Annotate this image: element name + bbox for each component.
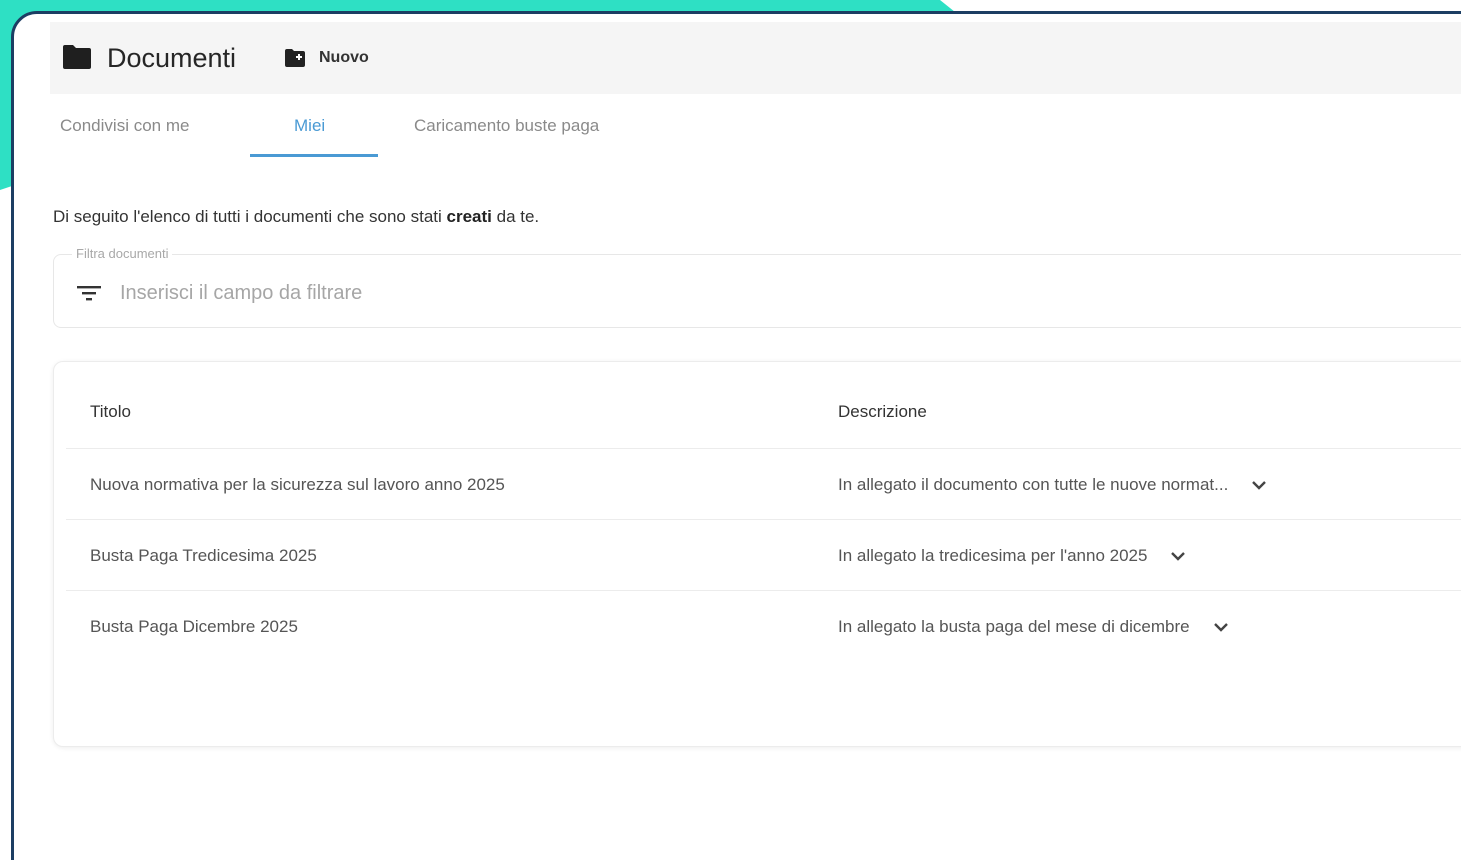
new-document-button-label: Nuovo: [319, 49, 369, 66]
table-row[interactable]: Nuova normativa per la sicurezza sul lav…: [66, 448, 1461, 519]
new-document-button[interactable]: Nuovo: [284, 46, 369, 70]
new-folder-icon: [285, 49, 305, 67]
row-description-text: In allegato la busta paga del mese di di…: [838, 617, 1190, 636]
page-title: Documenti: [107, 43, 237, 73]
row-description: In allegato il documento con tutte le nu…: [838, 475, 1268, 495]
row-title: Busta Paga Tredicesima 2025: [90, 546, 317, 565]
row-description: In allegato la tredicesima per l'anno 20…: [838, 546, 1187, 566]
page-header: Documenti Nuovo: [50, 22, 1461, 94]
column-header-description: Descrizione: [838, 402, 927, 421]
intro-text-bold: creati: [446, 207, 492, 226]
table-row[interactable]: Busta Paga Tredicesima 2025 In allegato …: [66, 519, 1461, 590]
chevron-down-icon[interactable]: [1250, 479, 1268, 491]
tab-payslip-upload[interactable]: Caricamento buste paga: [414, 116, 599, 136]
screenshot-stage: Documenti Nuovo Condivisi con me Miei Ca…: [0, 0, 1461, 860]
row-title: Busta Paga Dicembre 2025: [90, 617, 298, 636]
row-description: In allegato la busta paga del mese di di…: [838, 617, 1230, 637]
column-header-title: Titolo: [90, 402, 131, 421]
tab-mine[interactable]: Miei: [294, 116, 325, 136]
filter-icon: [77, 286, 101, 301]
documents-table: Titolo Descrizione Nuova normativa per l…: [53, 361, 1461, 747]
table-row[interactable]: Busta Paga Dicembre 2025 In allegato la …: [66, 590, 1461, 661]
filter-input[interactable]: [118, 275, 1322, 311]
chevron-down-icon[interactable]: [1212, 621, 1230, 633]
row-description-text: In allegato la tredicesima per l'anno 20…: [838, 546, 1148, 565]
intro-text: Di seguito l'elenco di tutti i documenti…: [53, 207, 539, 227]
app-window: Documenti Nuovo Condivisi con me Miei Ca…: [11, 11, 1461, 860]
row-description-text: In allegato il documento con tutte le nu…: [838, 475, 1229, 494]
filter-field-label: Filtra documenti: [72, 246, 173, 261]
folder-icon: [63, 45, 91, 69]
filter-field: Filtra documenti: [53, 246, 1461, 328]
row-title: Nuova normativa per la sicurezza sul lav…: [90, 475, 505, 494]
active-tab-indicator: [250, 154, 378, 157]
tab-shared-with-me[interactable]: Condivisi con me: [60, 116, 189, 136]
intro-text-end: da te.: [491, 207, 540, 226]
chevron-down-icon[interactable]: [1169, 550, 1187, 562]
intro-text-start: Di seguito l'elenco di tutti i documenti…: [53, 207, 447, 226]
